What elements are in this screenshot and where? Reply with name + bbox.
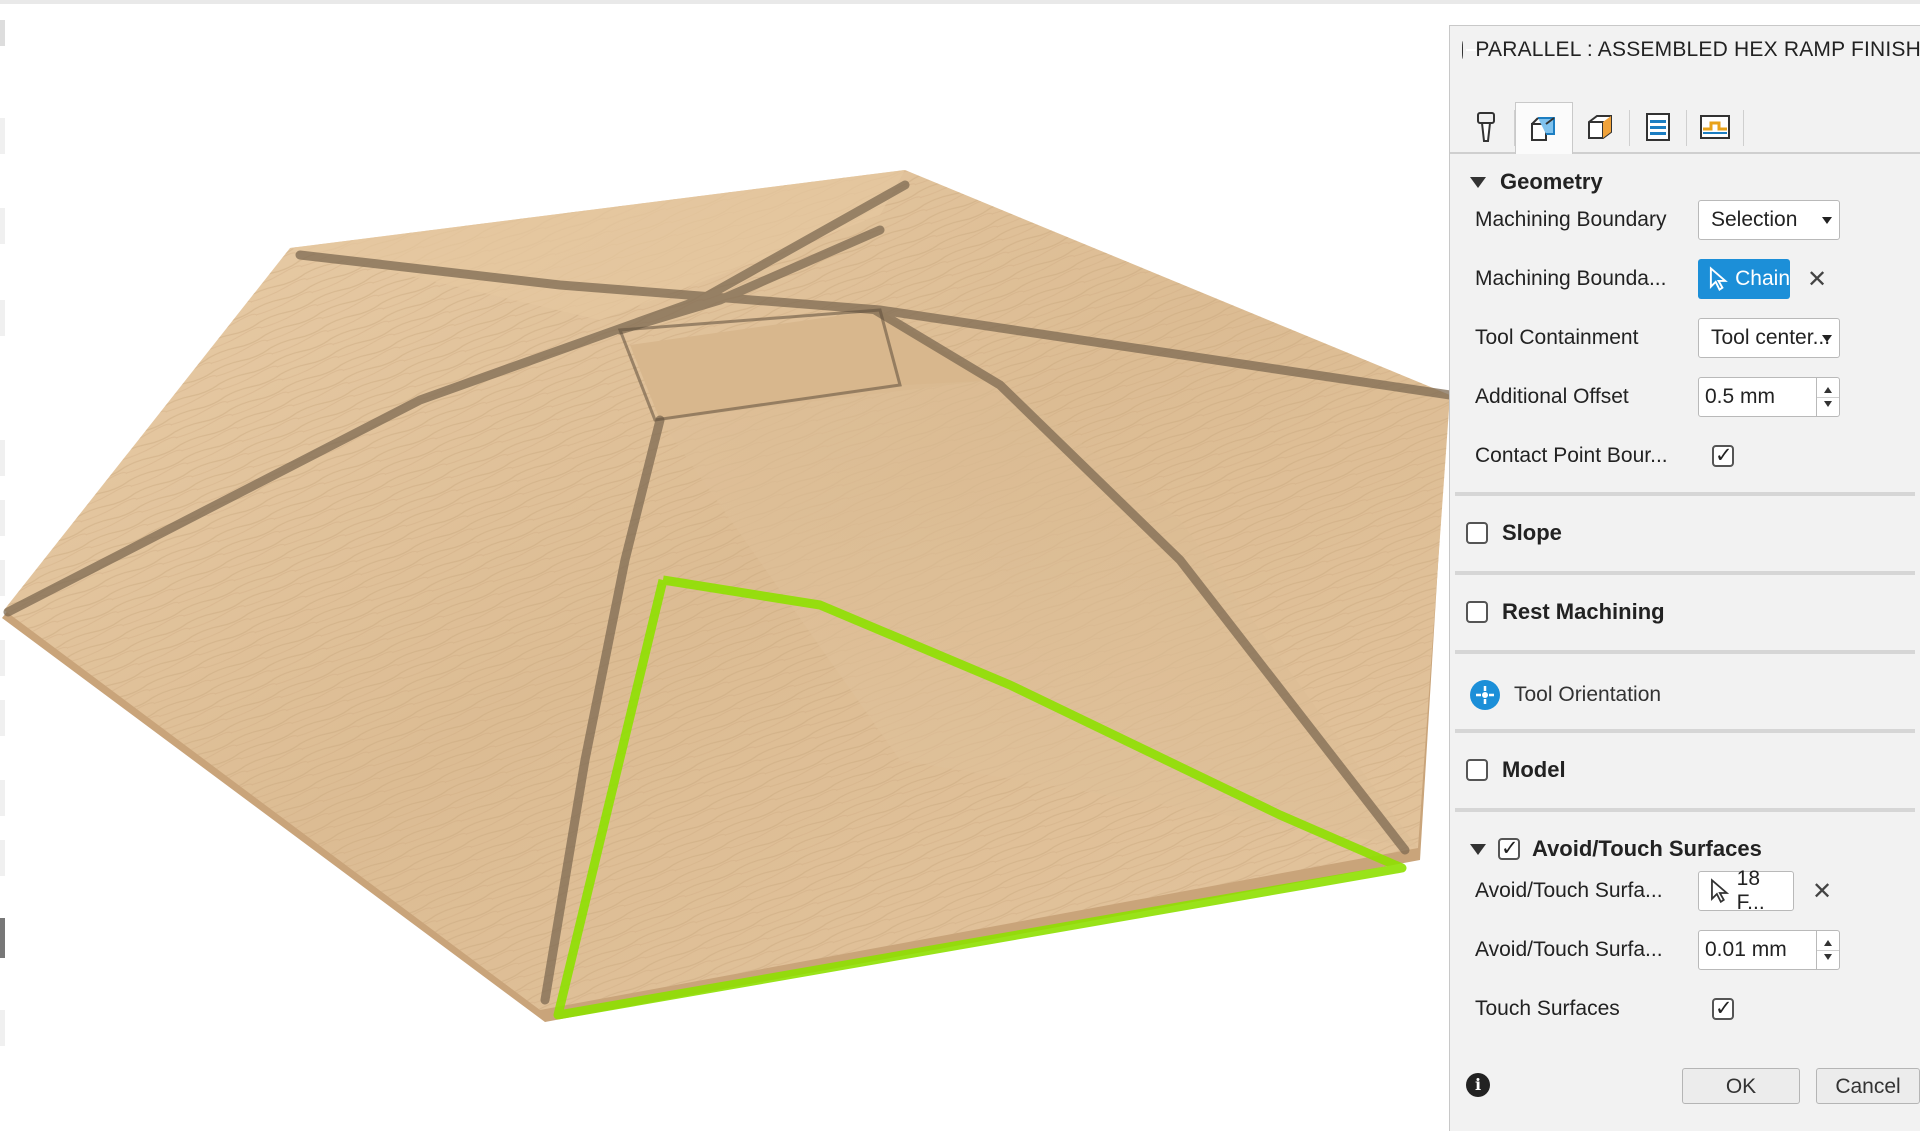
decrement-icon[interactable]: [1824, 401, 1832, 407]
rest-machining-section-label: Rest Machining: [1502, 599, 1665, 624]
model-section-label: Model: [1502, 757, 1566, 782]
slope-section-header[interactable]: Slope: [1450, 513, 1920, 553]
chain-selection-button[interactable]: Chain: [1698, 259, 1790, 299]
avoid-touch-surfaces-label: Avoid/Touch Surfa...: [1475, 879, 1663, 902]
clear-selection-icon[interactable]: ✕: [1804, 259, 1830, 299]
heights-icon: [1588, 115, 1612, 139]
model-checkbox[interactable]: [1466, 759, 1488, 781]
rest-machining-checkbox[interactable]: [1466, 601, 1488, 623]
additional-offset-input[interactable]: 0.5 mm: [1698, 377, 1840, 417]
section-divider: [1455, 492, 1915, 496]
tab-separator: [1743, 110, 1744, 146]
ok-button[interactable]: OK: [1682, 1068, 1800, 1104]
machining-boundary-label: Machining Boundary: [1475, 208, 1667, 231]
section-divider: [1455, 808, 1915, 812]
cursor-arrow-icon: [1709, 266, 1728, 291]
cancel-button[interactable]: Cancel: [1816, 1068, 1920, 1104]
tool-orientation-label: Tool Orientation: [1514, 683, 1662, 706]
decrement-icon[interactable]: [1824, 954, 1832, 960]
tool-orientation-icon: [1470, 680, 1500, 710]
avoid-touch-section-header[interactable]: Avoid/Touch Surfaces: [1450, 829, 1920, 869]
tab-geometry[interactable]: [1515, 102, 1573, 154]
touch-surfaces-label: Touch Surfaces: [1475, 997, 1620, 1020]
avoid-touch-clearance-input[interactable]: 0.01 mm: [1698, 930, 1840, 970]
section-divider: [1455, 571, 1915, 575]
stepper-divider: [1817, 397, 1839, 398]
contact-point-boundary-row: Contact Point Bour...: [1450, 432, 1920, 480]
avoid-touch-surfaces-value: 18 F...: [1736, 867, 1765, 914]
passes-icon: [1646, 113, 1670, 141]
tool-containment-dropdown[interactable]: Tool center...: [1698, 318, 1840, 358]
parallel-dialog: PARALLEL : ASSEMBLED HEX RAMP FINISH Geo…: [1449, 25, 1920, 1131]
contact-point-boundary-checkbox[interactable]: [1712, 443, 1734, 467]
info-icon[interactable]: i: [1466, 1073, 1490, 1097]
tab-row: [1450, 76, 1920, 154]
tab-heights[interactable]: [1572, 102, 1628, 152]
contact-point-boundary-label: Contact Point Bour...: [1475, 444, 1668, 467]
tool-containment-value: Tool center...: [1711, 326, 1831, 349]
avoid-touch-clearance-value: 0.01 mm: [1705, 938, 1787, 961]
geometry-icon: [1531, 116, 1555, 141]
dialog-title: PARALLEL : ASSEMBLED HEX RAMP FINISH: [1475, 38, 1920, 61]
tab-tool[interactable]: [1458, 102, 1514, 152]
chain-button-label: Chain: [1735, 267, 1790, 290]
avoid-touch-surfaces-selection[interactable]: 18 F...: [1698, 867, 1794, 914]
additional-offset-value: 0.5 mm: [1705, 385, 1776, 408]
increment-icon[interactable]: [1824, 387, 1832, 393]
machining-boundary-row: Machining Boundary Selection: [1450, 196, 1920, 244]
chevron-down-icon: [1822, 217, 1832, 224]
touch-surfaces-checkbox[interactable]: [1712, 996, 1734, 1020]
tab-linking[interactable]: [1687, 102, 1743, 152]
expand-triangle-icon[interactable]: [1470, 843, 1486, 855]
tool-icon: [1477, 112, 1495, 142]
machining-boundary-selection-label: Machining Bounda...: [1475, 267, 1667, 290]
machining-boundary-value: Selection: [1711, 208, 1798, 231]
stepper-divider: [1817, 950, 1839, 951]
section-divider: [1455, 729, 1915, 733]
avoid-touch-section-label: Avoid/Touch Surfaces: [1532, 836, 1762, 861]
slope-checkbox[interactable]: [1466, 522, 1488, 544]
chevron-down-icon: [1822, 335, 1832, 342]
geometry-section-label: Geometry: [1500, 169, 1603, 194]
expand-triangle-icon[interactable]: [1470, 176, 1486, 188]
tool-orientation-section-header[interactable]: Tool Orientation: [1450, 673, 1920, 717]
avoid-touch-checkbox[interactable]: [1498, 836, 1520, 860]
additional-offset-row: Additional Offset 0.5 mm: [1450, 373, 1920, 421]
tool-containment-row: Tool Containment Tool center...: [1450, 314, 1920, 362]
avoid-touch-surfaces-row: Avoid/Touch Surfa... 18 F... ✕: [1450, 867, 1920, 915]
avoid-touch-clearance-row: Avoid/Touch Surfa... 0.01 mm: [1450, 926, 1920, 974]
clear-selection-icon[interactable]: ✕: [1809, 871, 1835, 911]
tool-containment-label: Tool Containment: [1475, 326, 1639, 349]
linking-icon: [1700, 115, 1730, 139]
dialog-footer: i OK Cancel: [1450, 1056, 1920, 1116]
rest-machining-section-header[interactable]: Rest Machining: [1450, 592, 1920, 632]
clearance-stepper[interactable]: [1816, 931, 1839, 969]
slope-section-label: Slope: [1502, 520, 1562, 545]
cursor-arrow-icon: [1711, 878, 1730, 904]
avoid-touch-clearance-label: Avoid/Touch Surfa...: [1475, 938, 1663, 961]
machining-boundary-dropdown[interactable]: Selection: [1698, 200, 1840, 240]
additional-offset-label: Additional Offset: [1475, 385, 1629, 408]
machining-boundary-selection-row: Machining Bounda... Chain ✕: [1450, 255, 1920, 303]
collapse-icon[interactable]: [1462, 41, 1482, 59]
tab-passes[interactable]: [1630, 102, 1686, 152]
model-section-header[interactable]: Model: [1450, 750, 1920, 790]
section-divider: [1455, 650, 1915, 654]
offset-stepper[interactable]: [1816, 378, 1839, 416]
touch-surfaces-row: Touch Surfaces: [1450, 985, 1920, 1033]
increment-icon[interactable]: [1824, 940, 1832, 946]
dialog-title-bar[interactable]: PARALLEL : ASSEMBLED HEX RAMP FINISH: [1450, 26, 1920, 74]
